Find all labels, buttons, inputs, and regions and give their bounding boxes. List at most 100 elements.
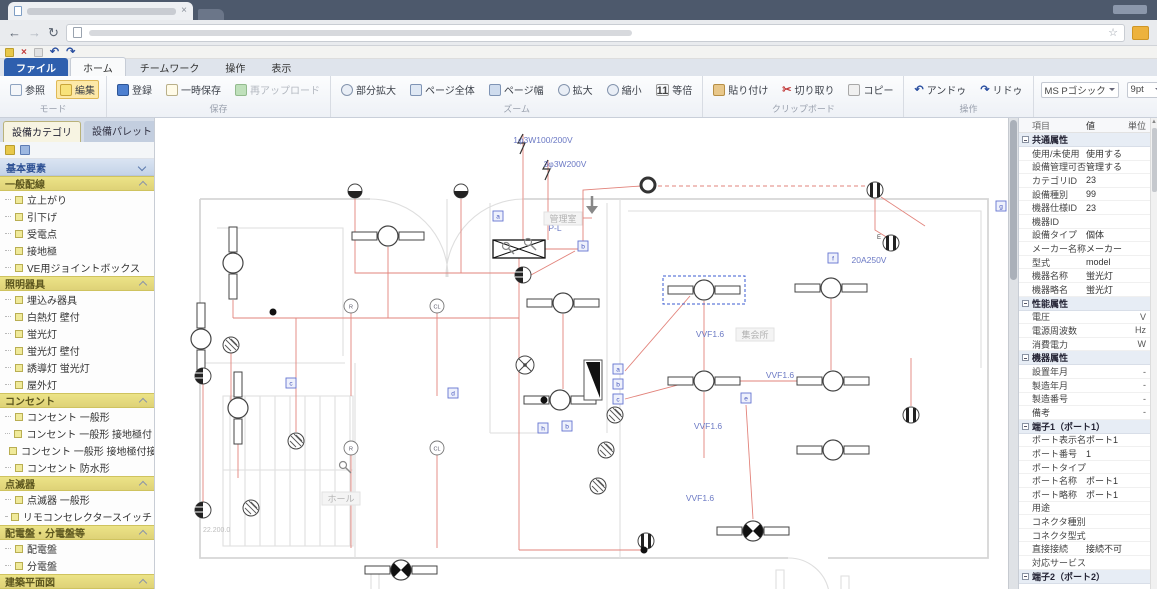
- lb-symbol[interactable]: a: [613, 364, 623, 374]
- property-value[interactable]: ポート1: [1086, 433, 1128, 446]
- lb-symbol[interactable]: a: [493, 211, 503, 221]
- clight-symbol[interactable]: [348, 184, 362, 198]
- sidebar-section-一般配線[interactable]: 一般配線: [0, 176, 154, 191]
- property-row[interactable]: ポート略称ポート1: [1019, 488, 1150, 502]
- fluor-symbol[interactable]: [223, 227, 243, 299]
- dot-symbol[interactable]: [641, 547, 648, 554]
- collapse-icon[interactable]: [1022, 136, 1029, 143]
- outlet-symbol[interactable]: [867, 182, 883, 198]
- property-row[interactable]: 型式model: [1019, 256, 1150, 270]
- property-row[interactable]: ポート番号1: [1019, 447, 1150, 461]
- collapse-icon[interactable]: [1022, 354, 1029, 361]
- expand-all-icon[interactable]: [5, 145, 15, 155]
- blank-doc-icon[interactable]: [34, 48, 43, 57]
- property-row[interactable]: 使用/未使用使用する: [1019, 147, 1150, 161]
- property-row[interactable]: 設置年月-: [1019, 365, 1150, 379]
- property-value[interactable]: 使用する: [1086, 147, 1128, 160]
- ribbon-button-編集[interactable]: 編集: [56, 80, 99, 99]
- collapse-icon[interactable]: [1022, 573, 1029, 580]
- fluor-symbol[interactable]: [191, 303, 211, 375]
- property-section-共通属性[interactable]: 共通属性: [1019, 133, 1150, 147]
- property-row[interactable]: 用途: [1019, 502, 1150, 516]
- property-value[interactable]: 23: [1086, 175, 1128, 185]
- down-symbol[interactable]: [288, 433, 304, 449]
- property-row[interactable]: 機器ID: [1019, 215, 1150, 229]
- sidebar-item[interactable]: 分電盤: [0, 557, 154, 574]
- property-row[interactable]: コネクタ種別: [1019, 515, 1150, 529]
- tab-equipment-palette[interactable]: 設備パレット: [84, 121, 155, 142]
- browser-menu-icon[interactable]: [1132, 26, 1149, 40]
- down-symbol[interactable]: [243, 500, 259, 516]
- property-row[interactable]: ポート表示名ポート1: [1019, 434, 1150, 448]
- reload-icon[interactable]: ↻: [48, 26, 59, 39]
- ribbon-button-再アップロード[interactable]: 再アップロード: [232, 81, 323, 98]
- font-size-select[interactable]: 9pt: [1127, 82, 1157, 98]
- sidebar-section-コンセント[interactable]: コンセント: [0, 393, 154, 408]
- ribbon-button-ページ幅[interactable]: ページ幅: [486, 81, 547, 98]
- fluor-symbol[interactable]: [797, 371, 869, 391]
- lb-symbol[interactable]: c: [613, 394, 623, 404]
- ribbon-button-ページ全体[interactable]: ページ全体: [407, 81, 478, 98]
- key-symbol[interactable]: [340, 462, 352, 474]
- sidebar-item[interactable]: 受電点: [0, 225, 154, 242]
- dot-symbol[interactable]: [270, 309, 277, 316]
- property-value[interactable]: model: [1086, 257, 1128, 267]
- sidebar-item[interactable]: コンセント 一般形 接地極付接地端子付: [0, 442, 154, 459]
- fluor-symbol[interactable]: [352, 226, 424, 246]
- browser-tab[interactable]: ×: [8, 2, 193, 20]
- fluor-symbol[interactable]: [795, 278, 867, 298]
- lb-symbol[interactable]: d: [448, 388, 458, 398]
- redo-icon[interactable]: ↷: [66, 48, 75, 57]
- sidebar-item[interactable]: 誘導灯 蛍光灯: [0, 359, 154, 376]
- property-row[interactable]: 消費電力W: [1019, 338, 1150, 352]
- collapse-all-icon[interactable]: [20, 145, 30, 155]
- wire[interactable]: [746, 405, 753, 519]
- wire[interactable]: [875, 198, 888, 238]
- sidebar-item[interactable]: 立上がり: [0, 191, 154, 208]
- lb-symbol[interactable]: c: [286, 378, 296, 388]
- collapse-icon[interactable]: [1022, 423, 1029, 430]
- sidebar-section-建築平面図[interactable]: 建築平面図: [0, 574, 154, 589]
- clight-symbol[interactable]: [454, 184, 468, 198]
- properties-scrollbar[interactable]: ▲: [1150, 118, 1157, 589]
- scrollbar-thumb[interactable]: [1152, 128, 1157, 192]
- property-row[interactable]: 電圧V: [1019, 311, 1150, 325]
- property-row[interactable]: 電源周波数Hz: [1019, 324, 1150, 338]
- panel-symbol[interactable]: [493, 240, 545, 258]
- property-value[interactable]: 23: [1086, 203, 1128, 213]
- sidebar-item[interactable]: 配電盤: [0, 540, 154, 557]
- tab-equipment-category[interactable]: 設備カテゴリ: [3, 121, 81, 142]
- sidebar-item[interactable]: 屋外灯: [0, 376, 154, 393]
- property-value[interactable]: 1: [1086, 449, 1128, 459]
- down-symbol[interactable]: [607, 407, 623, 423]
- sidebar-section-照明器具[interactable]: 照明器具: [0, 276, 154, 291]
- ribbon-button-貼り付け[interactable]: 貼り付け: [710, 81, 771, 98]
- fluor-symbol[interactable]: [668, 371, 740, 391]
- outlet-symbol[interactable]: [638, 533, 654, 549]
- property-row[interactable]: 機器名称蛍光灯: [1019, 269, 1150, 283]
- tab-close-icon[interactable]: ×: [181, 6, 187, 16]
- property-row[interactable]: カテゴリID23: [1019, 174, 1150, 188]
- fan-symbol[interactable]: [516, 356, 534, 374]
- lb-symbol[interactable]: b: [562, 421, 572, 431]
- switch-symbol[interactable]: CL: [430, 299, 444, 313]
- chevron-up-icon[interactable]: [139, 181, 147, 189]
- sidebar-item[interactable]: コンセント 一般形: [0, 408, 154, 425]
- lb-symbol[interactable]: b: [578, 241, 588, 251]
- down-symbol[interactable]: [590, 478, 606, 494]
- ribbon-button-一時保存[interactable]: 一時保存: [163, 81, 224, 98]
- window-controls[interactable]: [1113, 5, 1147, 14]
- ring-symbol[interactable]: [641, 178, 655, 192]
- drawing-canvas[interactable]: ERCLRCLabcdabchefgb 1φ3W100/200V3φ3W200V…: [155, 118, 1008, 589]
- property-row[interactable]: 直接接続接続不可: [1019, 542, 1150, 556]
- sidebar-item[interactable]: リモコンセレクタースイッチ: [0, 508, 154, 525]
- tab-teamwork[interactable]: チームワーク: [128, 58, 212, 76]
- property-value[interactable]: 99: [1086, 189, 1128, 199]
- back-icon[interactable]: ←: [8, 26, 21, 39]
- property-section-性能属性[interactable]: 性能属性: [1019, 297, 1150, 311]
- sidebar-item[interactable]: 点滅器 一般形: [0, 491, 154, 508]
- sidebar-item[interactable]: 白熱灯 壁付: [0, 308, 154, 325]
- property-row[interactable]: メーカー名称メーカー: [1019, 242, 1150, 256]
- ribbon-button-切り取り[interactable]: ✂切り取り: [779, 81, 837, 98]
- switch-symbol[interactable]: R: [344, 441, 358, 455]
